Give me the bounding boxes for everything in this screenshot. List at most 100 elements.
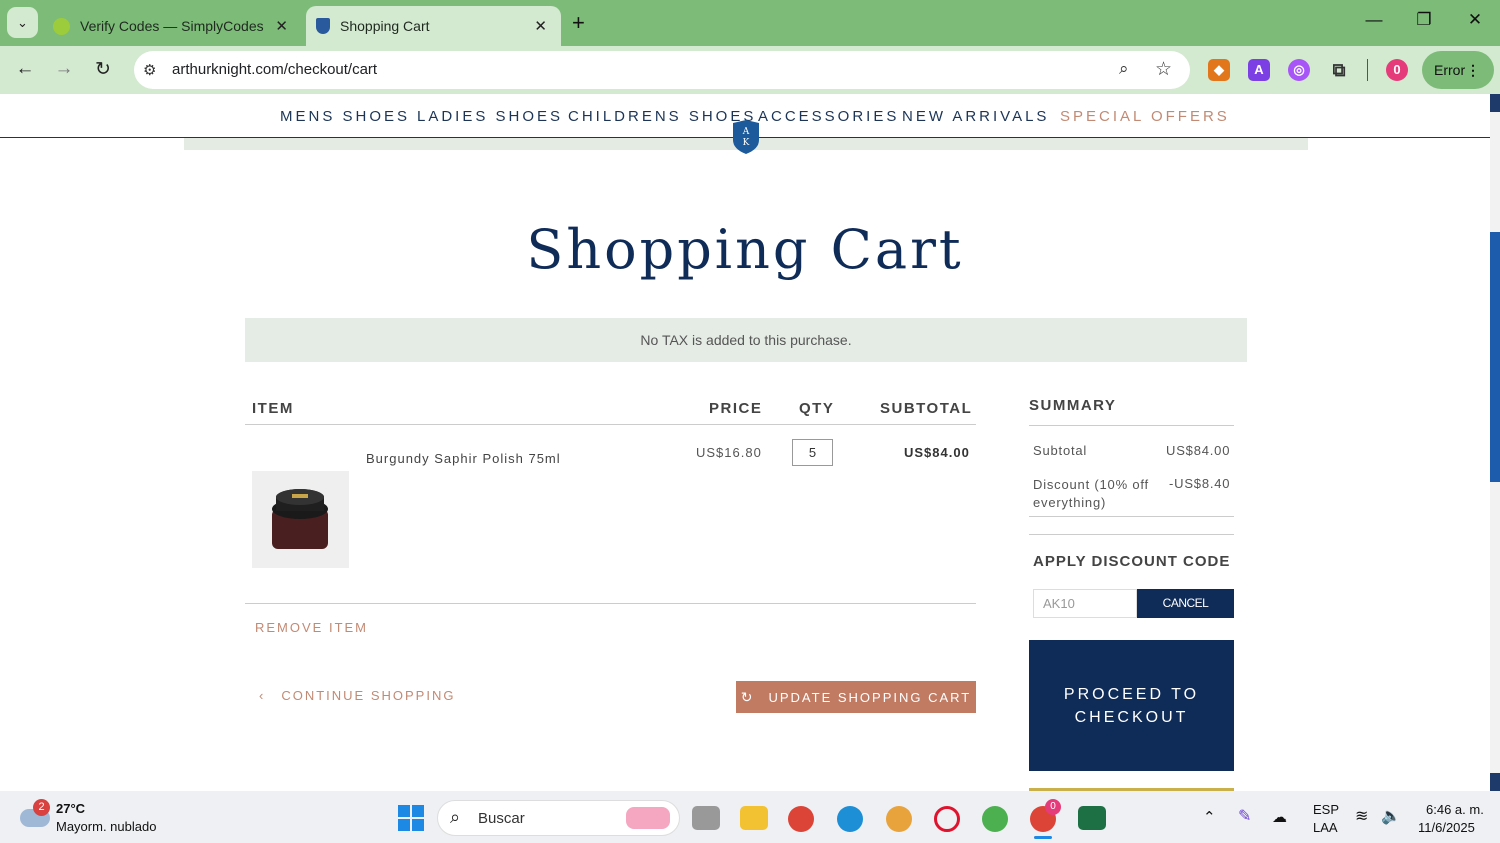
chrome-badge: 0 xyxy=(1045,799,1061,815)
product-price: US$16.80 xyxy=(696,445,762,460)
refresh-icon: ↻ xyxy=(740,688,755,705)
active-app-indicator xyxy=(1034,836,1052,839)
page-title: Shopping Cart xyxy=(526,218,964,281)
table-header-divider xyxy=(245,424,976,425)
svg-text:K: K xyxy=(743,138,750,148)
extension-purple-icon[interactable]: ◎ xyxy=(1288,59,1310,81)
bookmark-star-icon[interactable]: ☆ xyxy=(1155,58,1172,81)
col-header-subtotal: SUBTOTAL xyxy=(880,400,973,417)
tab-title: Shopping Cart xyxy=(340,18,430,34)
keyboard-layout-label[interactable]: LAA xyxy=(1313,820,1338,835)
forward-button[interactable]: → xyxy=(51,58,77,80)
weather-widget[interactable]: 2 27°C Mayorm. nublado xyxy=(18,799,178,839)
update-cart-button[interactable]: ↻ UPDATE SHOPPING CART xyxy=(736,681,976,713)
restore-button[interactable]: ❐ xyxy=(1409,10,1439,30)
metamask-icon[interactable]: ◆ xyxy=(1208,59,1230,81)
search-icon: ⌕ xyxy=(450,807,461,827)
pen-icon[interactable]: ✎ xyxy=(1238,806,1251,826)
excel-icon[interactable] xyxy=(1078,806,1106,830)
continue-shopping-label: CONTINUE SHOPPING xyxy=(281,688,456,703)
onedrive-icon[interactable]: ☁ xyxy=(1272,808,1287,826)
summary-divider xyxy=(1029,516,1234,517)
back-button[interactable]: ← xyxy=(12,58,38,80)
ak-shield-logo[interactable]: A K xyxy=(732,120,760,154)
site-settings-icon[interactable]: ⚙ xyxy=(143,61,156,79)
edge-icon[interactable] xyxy=(837,806,863,832)
taskbar-search[interactable]: ⌕ Buscar xyxy=(437,800,680,836)
scrollbar-thumb[interactable] xyxy=(1490,232,1500,482)
coupon-code-input[interactable]: AK10 xyxy=(1033,589,1137,618)
clock-time[interactable]: 6:46 a. m. xyxy=(1426,802,1484,817)
nav-new-arrivals[interactable]: NEW ARRIVALS xyxy=(902,108,1049,125)
product-name[interactable]: Burgundy Saphir Polish 75ml xyxy=(366,451,561,466)
tax-notice: No TAX is added to this purchase. xyxy=(245,318,1247,362)
kebab-menu-icon: ⋮ xyxy=(1466,62,1480,78)
chrome-profile-1-icon[interactable] xyxy=(788,806,814,832)
browser-toolbar: ← → ↻ ⚙ arthurknight.com/checkout/cart ⌕… xyxy=(0,46,1500,94)
windows-start-icon[interactable] xyxy=(398,805,424,831)
reload-button[interactable]: ↻ xyxy=(90,58,116,81)
nav-special-offers[interactable]: SPECIAL OFFERS xyxy=(1060,108,1230,125)
col-header-item: ITEM xyxy=(252,400,294,417)
close-window-button[interactable]: ✕ xyxy=(1460,10,1490,30)
summary-subtotal-value: US$84.00 xyxy=(1166,443,1231,458)
remove-item-link[interactable]: REMOVE ITEM xyxy=(255,620,368,635)
puzzle-icon[interactable]: ⧉ xyxy=(1328,59,1350,81)
svg-text:A: A xyxy=(742,127,750,137)
chevron-up-icon[interactable]: ⌃ xyxy=(1203,808,1216,826)
address-bar[interactable]: ⚙ arthurknight.com/checkout/cart ⌕ ☆ xyxy=(134,51,1190,89)
chrome-profile-2-icon[interactable] xyxy=(886,806,912,832)
row-divider xyxy=(245,603,976,604)
extension-a-icon[interactable]: A xyxy=(1248,59,1270,81)
nav-childrens-shoes[interactable]: CHILDRENS SHOES xyxy=(568,108,756,125)
wifi-icon[interactable]: ≋ xyxy=(1355,806,1368,826)
tab-verify-codes[interactable]: Verify Codes — SimplyCodes ✕ xyxy=(44,6,302,46)
clock-date[interactable]: 11/6/2025 xyxy=(1418,820,1475,835)
minimize-button[interactable]: — xyxy=(1359,10,1389,30)
proceed-to-checkout-button[interactable]: PROCEED TO CHECKOUT xyxy=(1029,640,1234,771)
shield-icon xyxy=(316,18,330,34)
chrome-profile-3-icon[interactable] xyxy=(982,806,1008,832)
summary-subtotal-label: Subtotal xyxy=(1033,443,1088,458)
file-explorer-icon[interactable] xyxy=(740,806,768,830)
page-content: MENS SHOES LADIES SHOES CHILDRENS SHOES … xyxy=(0,94,1490,791)
nav-mens-shoes[interactable]: MENS SHOES xyxy=(280,108,410,125)
continue-shopping-link[interactable]: ‹ CONTINUE SHOPPING xyxy=(259,688,455,703)
scrollbar-up-arrow[interactable] xyxy=(1490,94,1500,112)
nav-ladies-shoes[interactable]: LADIES SHOES xyxy=(417,108,563,125)
apply-discount-heading: APPLY DISCOUNT CODE xyxy=(1033,553,1231,570)
zoom-icon[interactable]: ⌕ xyxy=(1119,59,1129,79)
profile-avatar[interactable]: 0 xyxy=(1386,59,1408,81)
close-tab-icon[interactable]: ✕ xyxy=(534,17,547,35)
col-header-qty: QTY xyxy=(799,400,835,417)
tab-title: Verify Codes — SimplyCodes xyxy=(80,18,264,34)
product-image[interactable] xyxy=(252,471,349,568)
tab-shopping-cart[interactable]: Shopping Cart ✕ xyxy=(306,6,561,46)
nav-accessories[interactable]: ACCESSORIES xyxy=(758,108,899,125)
volume-icon[interactable]: 🔈 xyxy=(1381,806,1401,826)
error-button[interactable]: Error ⋮ xyxy=(1422,51,1494,89)
summary-heading: SUMMARY xyxy=(1029,397,1117,414)
tab-strip: ⌄ Verify Codes — SimplyCodes ✕ Shopping … xyxy=(0,0,1500,46)
summary-discount-label: Discount (10% off everything) xyxy=(1033,477,1149,510)
new-tab-button[interactable]: + xyxy=(572,10,585,36)
weather-desc: Mayorm. nublado xyxy=(56,819,157,834)
cancel-coupon-button[interactable]: CANCEL COUPON xyxy=(1137,589,1234,639)
language-label[interactable]: ESP xyxy=(1313,802,1339,817)
close-tab-icon[interactable]: ✕ xyxy=(275,17,288,35)
scrollbar-down-arrow[interactable] xyxy=(1490,773,1500,791)
summary-divider xyxy=(1029,425,1234,426)
product-subtotal: US$84.00 xyxy=(904,445,970,460)
url-text: arthurknight.com/checkout/cart xyxy=(172,61,378,78)
opera-icon[interactable] xyxy=(934,806,960,832)
task-view-icon[interactable] xyxy=(692,806,720,830)
chevron-left-icon: ‹ xyxy=(259,688,266,703)
simplycodes-icon xyxy=(53,17,70,35)
tab-search-button[interactable]: ⌄ xyxy=(7,7,38,38)
quantity-input[interactable]: 5 xyxy=(792,439,833,466)
flamingo-icon xyxy=(626,807,670,829)
search-placeholder: Buscar xyxy=(478,810,525,827)
error-label: Error xyxy=(1434,62,1466,78)
col-header-price: PRICE xyxy=(709,400,763,417)
polish-tin-image xyxy=(272,489,328,549)
